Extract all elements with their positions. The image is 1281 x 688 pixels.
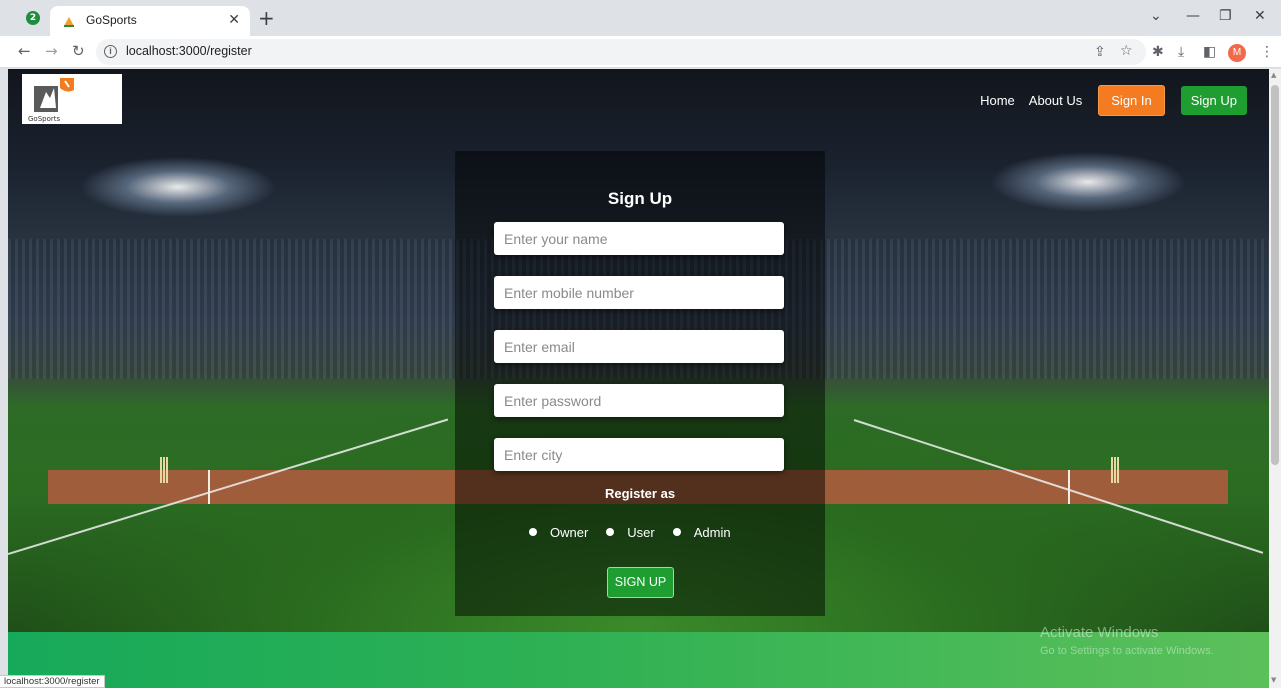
- right-stumps: [1111, 457, 1119, 483]
- city-input[interactable]: [494, 438, 784, 471]
- nav-about-us-link[interactable]: About Us: [1027, 93, 1084, 108]
- sign-up-submit-button[interactable]: SIGN UP: [607, 567, 674, 598]
- downloads-icon[interactable]: ⤓: [1178, 44, 1184, 60]
- password-input[interactable]: [494, 384, 784, 417]
- role-option-owner[interactable]: Owner: [529, 525, 588, 540]
- role-option-user[interactable]: User: [606, 524, 655, 540]
- minimize-window-icon[interactable]: —: [1186, 8, 1200, 24]
- browser-tab-strip: 2 GoSports ✕ + ⌄ — ❐ ✕: [0, 0, 1281, 36]
- address-bar-url[interactable]: localhost:3000/register: [126, 44, 252, 58]
- reload-icon[interactable]: ↻: [72, 42, 85, 60]
- email-input[interactable]: [494, 330, 784, 363]
- new-tab-icon[interactable]: +: [258, 6, 275, 30]
- top-navigation: Home About Us Sign In Sign Up: [978, 84, 1247, 116]
- owner-radio[interactable]: [529, 528, 537, 536]
- form-title: Sign Up: [607, 189, 673, 208]
- back-arrow-icon[interactable]: ←: [18, 42, 31, 60]
- register-as-label: Register as: [604, 486, 676, 501]
- side-panel-icon[interactable]: ◧: [1203, 44, 1216, 60]
- address-bar[interactable]: i localhost:3000/register ⇪ ☆: [96, 39, 1146, 65]
- bookmark-star-icon[interactable]: ☆: [1120, 43, 1133, 59]
- left-crease-line: [208, 470, 210, 504]
- tab-close-icon[interactable]: ✕: [228, 11, 240, 28]
- page-scrollbar[interactable]: ▲ ▼: [1269, 69, 1281, 688]
- browser-menu-icon[interactable]: ⋮: [1260, 44, 1274, 60]
- windows-activation-watermark-subtitle: Go to Settings to activate Windows.: [1040, 645, 1214, 657]
- scrollbar-thumb[interactable]: [1271, 85, 1279, 465]
- tab-title: GoSports: [86, 13, 137, 27]
- close-window-icon[interactable]: ✕: [1254, 8, 1266, 24]
- gosports-logo[interactable]: GoSports: [22, 74, 122, 124]
- gosports-favicon-icon: [64, 17, 74, 27]
- role-option-admin[interactable]: Admin: [672, 524, 731, 540]
- owner-radio-label: Owner: [550, 524, 589, 540]
- sign-up-form-card: Sign Up Register as Owner User Admin: [455, 151, 825, 616]
- stadium-hero-background: GoSports Home About Us Sign In Sign Up S…: [8, 69, 1269, 632]
- admin-radio-label: Admin: [693, 524, 731, 540]
- share-icon[interactable]: ⇪: [1094, 44, 1106, 60]
- right-crease-line: [1068, 470, 1070, 504]
- browser-toolbar: ← → ↻ i localhost:3000/register ⇪ ☆ ✱ ⤓ …: [0, 36, 1281, 68]
- windows-activation-watermark-title: Activate Windows: [1040, 624, 1159, 641]
- sign-up-nav-button[interactable]: Sign Up: [1180, 85, 1247, 115]
- scroll-up-arrow-icon[interactable]: ▲: [1271, 71, 1276, 79]
- role-radio-group: Owner User Admin: [529, 523, 749, 541]
- site-info-icon[interactable]: i: [104, 45, 117, 58]
- mobile-number-input[interactable]: [494, 276, 784, 309]
- link-status-bar: localhost:3000/register: [0, 675, 105, 688]
- admin-radio[interactable]: [672, 528, 681, 536]
- extensions-puzzle-icon[interactable]: ✱: [1152, 44, 1164, 60]
- forward-arrow-icon[interactable]: →: [45, 42, 58, 60]
- user-radio-label: User: [627, 524, 655, 540]
- scroll-down-arrow-icon[interactable]: ▼: [1271, 676, 1276, 684]
- nav-home-link[interactable]: Home: [978, 93, 1017, 108]
- maximize-window-icon[interactable]: ❐: [1219, 8, 1232, 24]
- gosports-logo-mark-icon: [34, 78, 74, 112]
- page-viewport: GoSports Home About Us Sign In Sign Up S…: [8, 69, 1269, 688]
- browser-tab-gosports[interactable]: GoSports ✕: [50, 6, 250, 36]
- name-input[interactable]: [494, 222, 784, 255]
- left-stumps: [160, 457, 168, 483]
- user-radio[interactable]: [606, 528, 615, 536]
- profile-avatar[interactable]: M: [1228, 44, 1246, 62]
- tab-group-count-badge[interactable]: 2: [26, 11, 40, 25]
- tab-search-chevron-icon[interactable]: ⌄: [1150, 8, 1162, 24]
- logo-text: GoSports: [28, 115, 61, 123]
- sign-in-button[interactable]: Sign In: [1098, 84, 1165, 116]
